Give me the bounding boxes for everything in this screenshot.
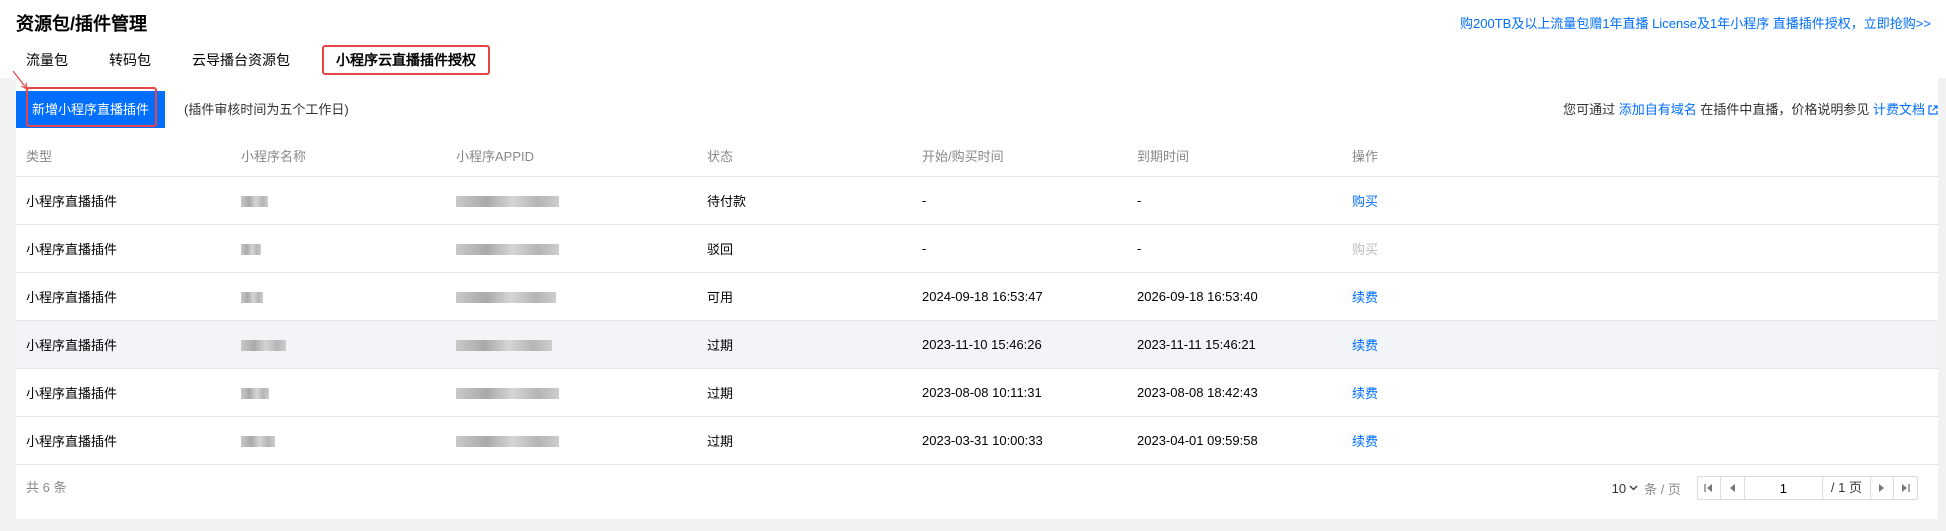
cell-type: 小程序直播插件	[16, 272, 231, 321]
cell-end-time: 2023-11-11 15:46:21	[1127, 320, 1342, 369]
renew-link[interactable]: 续费	[1352, 434, 1378, 449]
redacted-app-name	[241, 339, 286, 351]
cell-start-time: 2024-09-18 16:53:47	[912, 272, 1127, 321]
page-size-select[interactable]: 10	[1612, 481, 1638, 496]
column-header-appid: 小程序APPID	[446, 135, 697, 177]
column-header-type: 类型	[16, 135, 231, 177]
cell-end-time: 2026-09-18 16:53:40	[1127, 272, 1342, 321]
redacted-appid	[456, 243, 559, 255]
redacted-appid	[456, 195, 559, 207]
promo-link[interactable]: 购200TB及以上流量包赠1年直播 License及1年小程序 直播插件授权，立…	[1460, 13, 1931, 32]
redacted-appid	[456, 387, 559, 399]
renew-link[interactable]: 续费	[1352, 290, 1378, 305]
total-pages: / 1 页	[1822, 476, 1871, 500]
table-footer: 共 6 条 10 条 / 页 / 1 页	[16, 464, 1938, 512]
redacted-app-name	[241, 243, 261, 255]
prev-page-icon[interactable]	[1720, 476, 1745, 500]
domain-pricing-note: 您可通过 添加自有域名 在插件中直播，价格说明参见 计费文档	[1563, 91, 1938, 128]
page-size-value: 10	[1611, 480, 1627, 496]
content-area: 新增小程序直播插件 (插件审核时间为五个工作日) 您可通过 添加自有域名 在插件…	[0, 78, 1946, 531]
last-page-icon[interactable]	[1894, 476, 1918, 500]
tab-bar: 流量包 转码包 云导播台资源包 小程序云直播插件授权	[16, 45, 513, 78]
table-row: 小程序直播插件 驳回 - - 购买	[16, 224, 1938, 273]
cell-start-time: 2023-11-10 15:46:26	[912, 320, 1127, 369]
total-count: 共 6 条	[26, 480, 67, 495]
cell-start-time: 2023-08-08 10:11:31	[912, 368, 1127, 417]
cell-type: 小程序直播插件	[16, 368, 231, 417]
cell-status: 过期	[697, 320, 912, 369]
cell-end-time: 2023-04-01 09:59:58	[1127, 416, 1342, 465]
cell-status: 驳回	[697, 224, 912, 273]
column-header-start-time: 开始/购买时间	[912, 135, 1127, 177]
column-header-status: 状态	[697, 135, 912, 177]
external-link-icon[interactable]	[1928, 92, 1938, 115]
per-page-label: 条 / 页	[1644, 481, 1681, 497]
billing-doc-link[interactable]: 计费文档	[1873, 102, 1925, 117]
review-time-note: (插件审核时间为五个工作日)	[184, 102, 349, 117]
redacted-appid	[456, 339, 552, 351]
tab-miniprogram-plugin-auth[interactable]: 小程序云直播插件授权	[322, 45, 490, 75]
cell-end-time: 2023-08-08 18:42:43	[1127, 368, 1342, 417]
next-page-icon[interactable]	[1870, 476, 1894, 500]
tab-transcode-package[interactable]: 转码包	[100, 47, 160, 76]
tab-cloud-director-package[interactable]: 云导播台资源包	[183, 47, 299, 76]
buy-link-disabled: 购买	[1352, 241, 1379, 257]
redacted-app-name	[241, 387, 269, 399]
cell-status: 过期	[697, 368, 912, 417]
cell-end-time: -	[1127, 176, 1342, 225]
cell-start-time: -	[912, 176, 1127, 225]
column-header-end-time: 到期时间	[1127, 135, 1342, 177]
renew-link[interactable]: 续费	[1352, 338, 1378, 353]
add-domain-link[interactable]: 添加自有域名	[1619, 102, 1697, 117]
table-row: 小程序直播插件 过期 2023-03-31 10:00:33 2023-04-0…	[16, 416, 1938, 465]
cell-end-time: -	[1127, 224, 1342, 273]
redacted-app-name	[241, 435, 275, 447]
add-miniprogram-plugin-button[interactable]: 新增小程序直播插件	[16, 91, 165, 128]
cell-status: 待付款	[697, 176, 912, 225]
column-header-app-name: 小程序名称	[231, 135, 446, 177]
table-row: 小程序直播插件 过期 2023-11-10 15:46:26 2023-11-1…	[16, 320, 1938, 369]
annotation-arrow-icon	[12, 70, 28, 90]
cell-type: 小程序直播插件	[16, 320, 231, 369]
table-row: 小程序直播插件 待付款 - - 购买	[16, 176, 1938, 225]
redacted-appid	[456, 291, 556, 303]
page-title: 资源包/插件管理	[16, 14, 148, 34]
column-header-actions: 操作	[1342, 135, 1938, 177]
cell-start-time: 2023-03-31 10:00:33	[912, 416, 1127, 465]
redacted-app-name	[241, 195, 268, 207]
plugin-panel: 新增小程序直播插件 (插件审核时间为五个工作日) 您可通过 添加自有域名 在插件…	[16, 78, 1938, 519]
note-prefix: 您可通过	[1563, 102, 1616, 117]
redacted-appid	[456, 435, 559, 447]
table-header-row: 类型 小程序名称 小程序APPID 状态 开始/购买时间 到期时间 操作	[16, 135, 1938, 177]
page-header: 资源包/插件管理 购200TB及以上流量包赠1年直播 License及1年小程序…	[0, 0, 1946, 78]
note-middle: 在插件中直播，价格说明参见	[1700, 102, 1870, 117]
cell-type: 小程序直播插件	[16, 224, 231, 273]
pagination: 10 条 / 页 / 1 页	[1612, 476, 1918, 500]
renew-link[interactable]: 续费	[1352, 386, 1378, 401]
plugin-table: 类型 小程序名称 小程序APPID 状态 开始/购买时间 到期时间 操作 小程序…	[16, 135, 1938, 465]
chevron-down-icon	[1629, 483, 1638, 494]
first-page-icon[interactable]	[1696, 476, 1721, 500]
toolbar: 新增小程序直播插件 (插件审核时间为五个工作日) 您可通过 添加自有域名 在插件…	[16, 87, 1938, 128]
cell-type: 小程序直播插件	[16, 416, 231, 465]
cell-start-time: -	[912, 224, 1127, 273]
cell-status: 过期	[697, 416, 912, 465]
cell-type: 小程序直播插件	[16, 176, 231, 225]
redacted-app-name	[241, 291, 263, 303]
cell-status: 可用	[697, 272, 912, 321]
table-row: 小程序直播插件 可用 2024-09-18 16:53:47 2026-09-1…	[16, 272, 1938, 321]
table-row: 小程序直播插件 过期 2023-08-08 10:11:31 2023-08-0…	[16, 368, 1938, 417]
buy-link[interactable]: 购买	[1352, 194, 1378, 209]
page-number-input[interactable]	[1744, 476, 1823, 500]
